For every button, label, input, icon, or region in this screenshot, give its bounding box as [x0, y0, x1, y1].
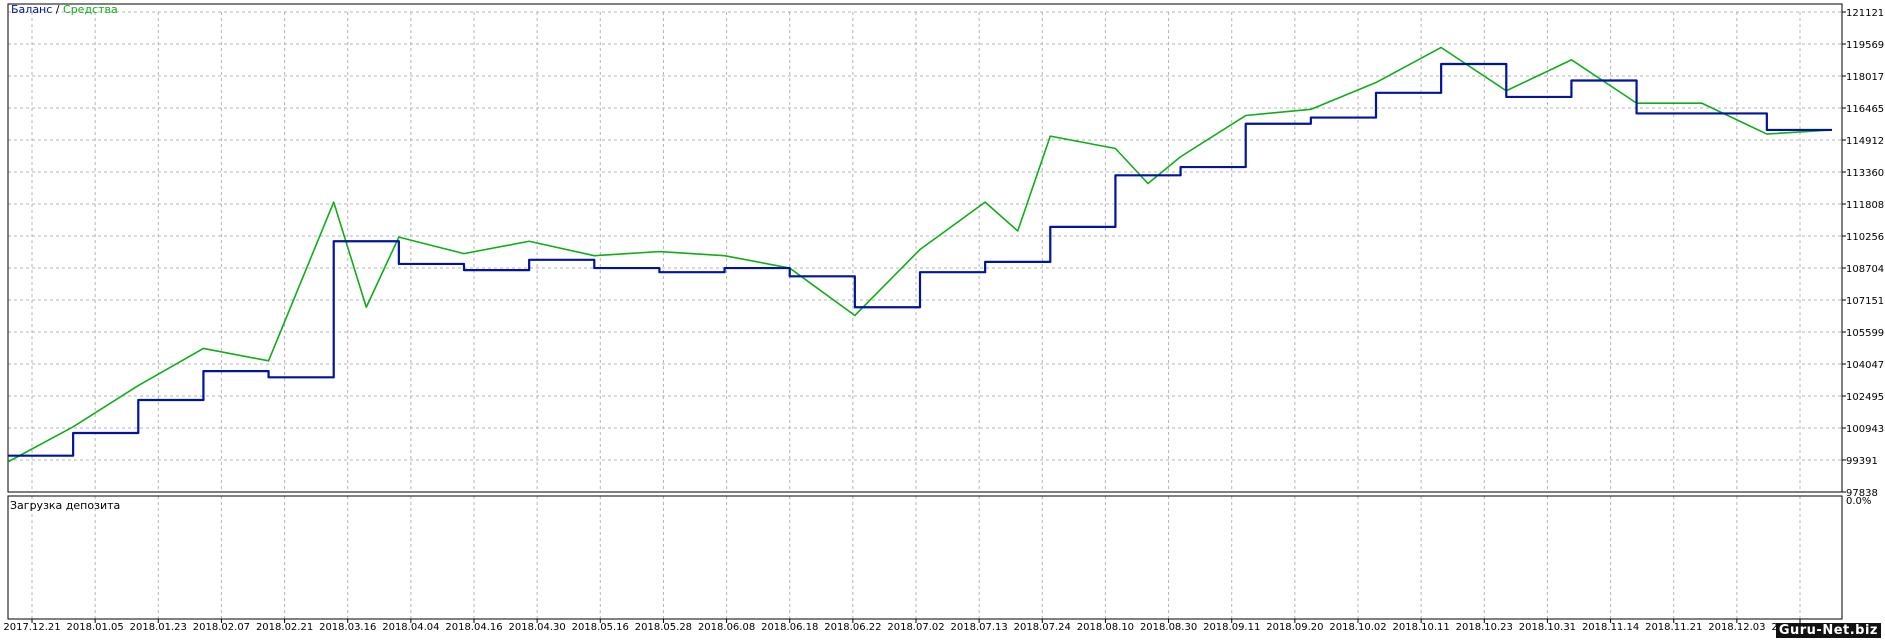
x-tick-label: 2018.01.05 [67, 622, 124, 633]
x-tick-label: 2017.12.21 [3, 622, 60, 633]
grid-layer [8, 12, 1842, 619]
x-tick-label: 2018.06.22 [824, 622, 881, 633]
x-tick-label: 2018.07.02 [887, 622, 944, 633]
x-axis: 2017.12.21 2018.01.05 2018.01.23 2018.02.07… [3, 619, 1828, 633]
legend-balance: Баланс [11, 3, 52, 16]
y-tick-label: 99391 [1846, 456, 1878, 467]
x-tick-label: 2018.09.20 [1266, 622, 1323, 633]
y-axis: 121121 119569 118017 116465 114912 113360 1118… [1842, 8, 1884, 507]
x-tick-label: 2018.01.23 [130, 622, 187, 633]
balance-line [8, 64, 1832, 456]
equity-line [8, 47, 1832, 461]
legend: Баланс / Средства [11, 3, 118, 17]
legend-separator: / [52, 3, 63, 16]
y-tick-label: 121121 [1846, 8, 1884, 19]
y-tick-label: 100943 [1846, 424, 1884, 435]
x-tick-label: 2018.08.10 [1077, 622, 1134, 633]
chart-svg: 121121 119569 118017 116465 114912 113360 1118… [0, 0, 1885, 640]
x-tick-label: 2018.08.30 [1140, 622, 1197, 633]
y-tick-label: 105599 [1846, 328, 1884, 339]
x-tick-label: 2018.05.16 [572, 622, 629, 633]
x-tick-label: 2018.10.31 [1519, 622, 1576, 633]
y-tick-label: 104047 [1846, 360, 1884, 371]
y-tick-label: 110256 [1846, 232, 1884, 243]
chart-root: 121121 119569 118017 116465 114912 113360 1118… [0, 0, 1885, 640]
y-tick-label: 107151 [1846, 296, 1884, 307]
x-tick-label: 2018.09.11 [1203, 622, 1260, 633]
y-tick-label: 108704 [1846, 264, 1884, 275]
subchart-value-label: 0.0% [1846, 496, 1871, 507]
legend-equity: Средства [63, 3, 118, 16]
y-tick-label: 113360 [1846, 168, 1884, 179]
y-tick-label: 114912 [1846, 136, 1884, 147]
y-tick-label: 111808 [1846, 200, 1884, 211]
y-tick-label: 119569 [1846, 40, 1884, 51]
x-tick-label: 2018.11.21 [1645, 622, 1702, 633]
x-tick-label: 2018.06.18 [761, 622, 818, 633]
x-tick-label: 2018.03.16 [319, 622, 376, 633]
watermark: Guru-Net.biz [1776, 623, 1881, 638]
x-tick-label: 2018.10.02 [1329, 622, 1386, 633]
x-tick-label: 2018.06.08 [698, 622, 755, 633]
x-tick-label: 2018.04.04 [382, 622, 439, 633]
y-tick-label: 118017 [1846, 72, 1884, 83]
series-layer [8, 47, 1832, 461]
x-tick-label: 2018.05.28 [635, 622, 692, 633]
x-tick-label: 2018.12.03 [1708, 622, 1765, 633]
x-tick-label: 2018.11.14 [1582, 622, 1639, 633]
y-tick-label: 102495 [1846, 392, 1884, 403]
main-plot-frame [8, 4, 1842, 492]
x-tick-label: 2018.02.07 [193, 622, 250, 633]
x-tick-label: 2018.10.11 [1393, 622, 1450, 633]
x-tick-label: 2018.04.30 [509, 622, 566, 633]
x-tick-label: 2018.02.21 [256, 622, 313, 633]
x-tick-label: 2018.07.13 [951, 622, 1008, 633]
subchart-title: Загрузка депозита [10, 499, 120, 512]
x-tick-label: 2018.07.24 [1014, 622, 1071, 633]
subchart-frame [8, 496, 1842, 619]
x-tick-label: 2018.10.23 [1456, 622, 1513, 633]
x-tick-label: 2018.04.16 [445, 622, 502, 633]
y-tick-label: 116465 [1846, 104, 1884, 115]
